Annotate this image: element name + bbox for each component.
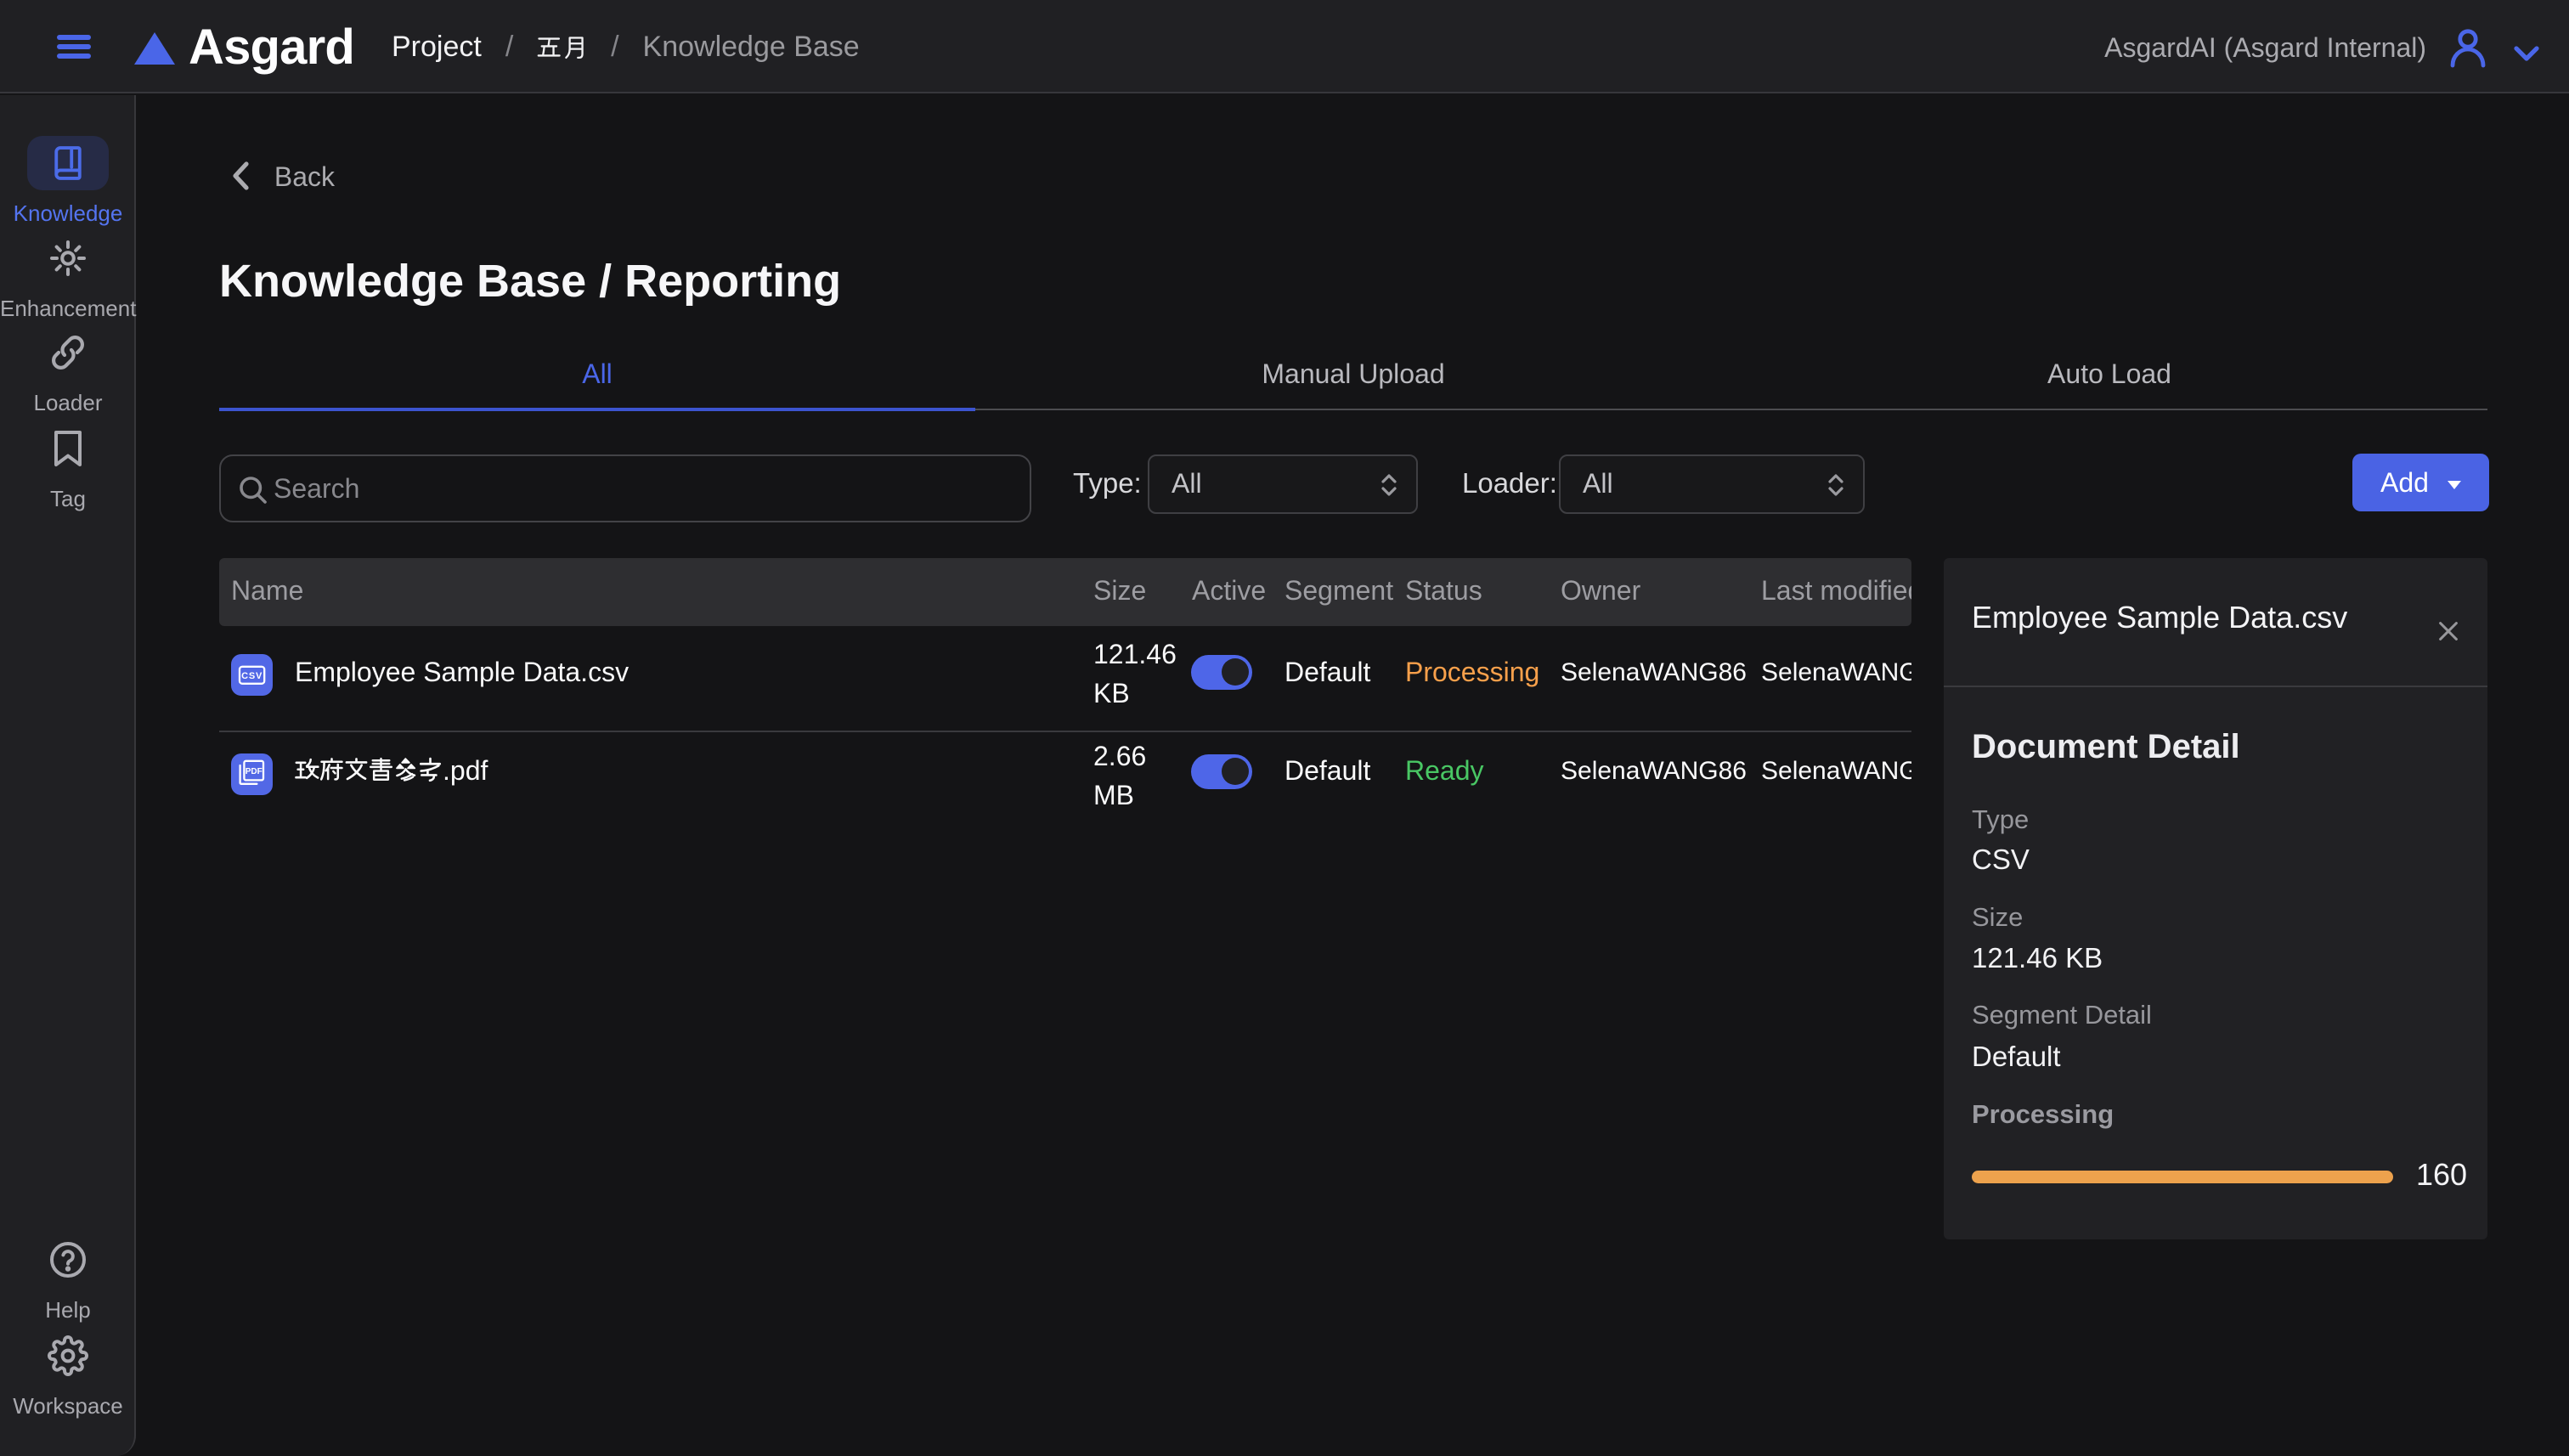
svg-text:CSV: CSV [241,671,263,681]
svg-text:PDF: PDF [246,767,263,776]
